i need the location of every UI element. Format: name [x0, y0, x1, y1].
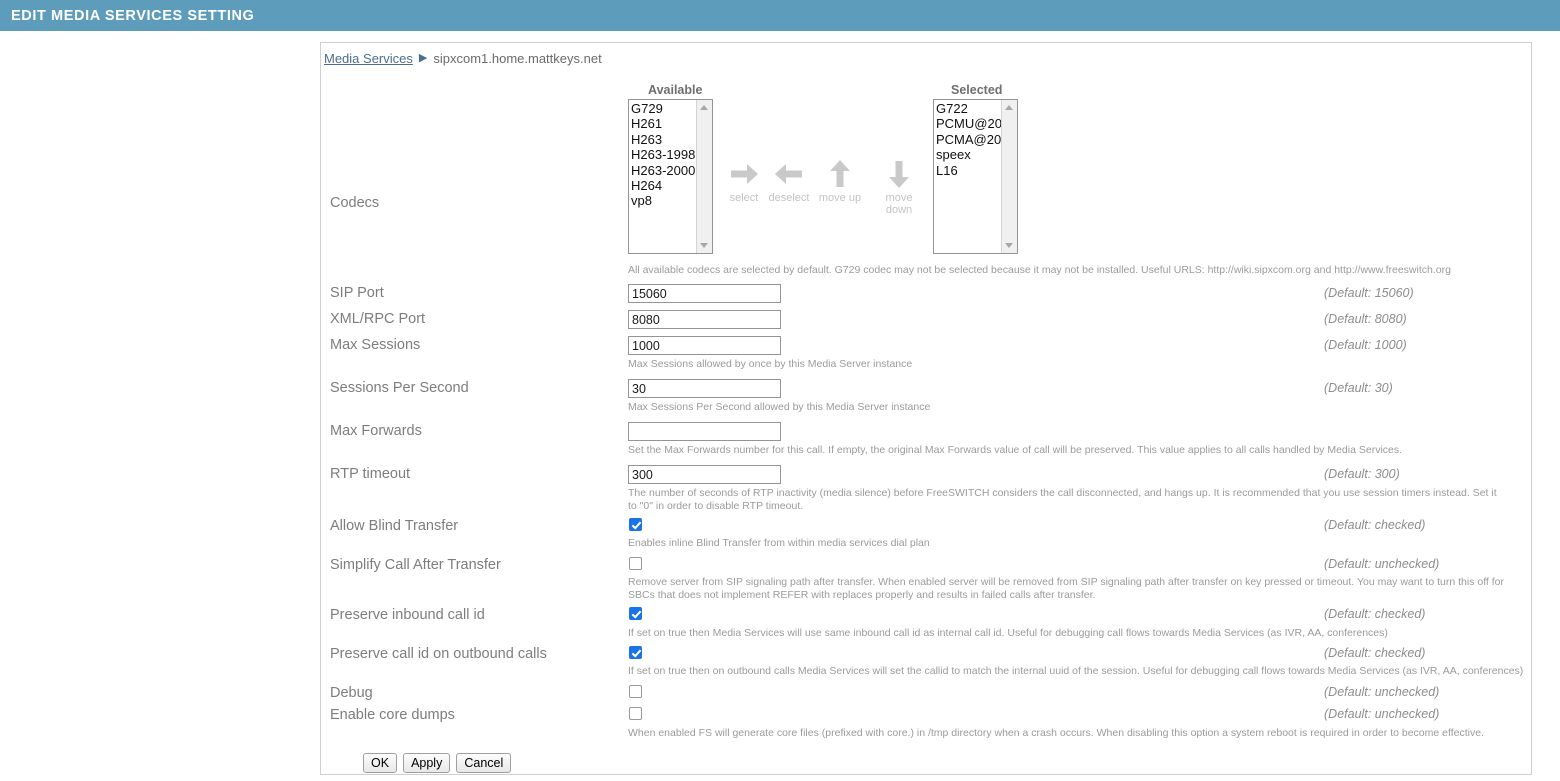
codecs-hint: All available codecs are selected by def… — [628, 264, 1451, 276]
sessions-per-second-default: (Default: 30) — [1324, 381, 1393, 395]
label-preserve-inbound-call-id: Preserve inbound call id — [330, 607, 485, 623]
move-down-button-label: move down — [885, 192, 913, 216]
xmlrpc-port-default: (Default: 8080) — [1324, 312, 1407, 326]
list-item[interactable]: H263-1998 — [631, 147, 696, 162]
move-up-button[interactable]: move up — [813, 157, 867, 204]
rtp-timeout-input[interactable] — [628, 465, 781, 484]
label-allow-blind-transfer: Allow Blind Transfer — [330, 518, 459, 534]
max-forwards-hint: Set the Max Forwards number for this cal… — [628, 444, 1403, 456]
arrow-right-icon — [731, 164, 758, 184]
debug-default: (Default: unchecked) — [1324, 685, 1440, 699]
scroll-down-arrow-icon[interactable] — [700, 243, 708, 248]
list-item[interactable]: G729 — [631, 101, 696, 116]
enable-core-dumps-default: (Default: unchecked) — [1324, 707, 1440, 721]
list-item[interactable]: vp8 — [631, 193, 696, 208]
available-codecs-items[interactable]: G729 H261 H263 H263-1998 H263-2000 H264 … — [629, 100, 696, 253]
list-item[interactable]: PCMA@20i — [936, 132, 1001, 147]
label-rtp-timeout: RTP timeout — [330, 466, 411, 482]
rtp-timeout-default: (Default: 300) — [1324, 467, 1400, 481]
window-title-bar: EDIT MEDIA SERVICES SETTING — [0, 0, 1560, 31]
preserve-call-id-outbound-default: (Default: checked) — [1324, 646, 1426, 660]
rtp-timeout-hint: The number of seconds of RTP inactivity … — [628, 487, 1497, 512]
label-enable-core-dumps: Enable core dumps — [330, 707, 455, 723]
selected-list-scrollbar[interactable] — [1001, 100, 1017, 253]
list-item[interactable]: H264 — [631, 178, 696, 193]
max-sessions-default: (Default: 1000) — [1324, 338, 1407, 352]
available-codecs-listbox[interactable]: G729 H261 H263 H263-1998 H263-2000 H264 … — [628, 99, 713, 254]
max-sessions-input[interactable] — [628, 336, 781, 355]
move-down-button[interactable]: move down — [872, 157, 926, 216]
preserve-inbound-call-id-checkbox[interactable] — [629, 607, 642, 620]
apply-button[interactable]: Apply — [403, 753, 451, 773]
list-item[interactable]: PCMU@20i — [936, 116, 1001, 131]
ok-button[interactable]: OK — [363, 753, 398, 773]
settings-form: Codecs Available Selected G729 H261 H263… — [321, 43, 1531, 774]
label-sip-port: SIP Port — [330, 285, 384, 301]
preserve-call-id-outbound-hint: If set on true then on outbound calls Me… — [628, 665, 1524, 677]
enable-core-dumps-checkbox[interactable] — [629, 707, 642, 720]
sessions-per-second-hint: Max Sessions Per Second allowed by this … — [628, 401, 931, 413]
page-title: EDIT MEDIA SERVICES SETTING — [11, 7, 255, 24]
scroll-up-arrow-icon[interactable] — [700, 105, 708, 110]
preserve-inbound-call-id-default: (Default: checked) — [1324, 607, 1426, 621]
selected-codecs-listbox[interactable]: G722 PCMU@20i PCMA@20i speex L16 — [933, 99, 1018, 254]
allow-blind-transfer-checkbox[interactable] — [629, 518, 642, 531]
arrow-up-icon — [830, 160, 850, 187]
label-xmlrpc-port: XML/RPC Port — [330, 311, 426, 327]
list-item[interactable]: speex — [936, 147, 1001, 162]
debug-checkbox[interactable] — [629, 685, 642, 698]
deselect-button-label: deselect — [768, 192, 810, 204]
list-item[interactable]: H263-2000 — [631, 163, 696, 178]
selected-list-header: Selected — [951, 83, 1003, 97]
cancel-button[interactable]: Cancel — [456, 753, 512, 773]
list-item[interactable]: L16 — [936, 163, 1001, 178]
allow-blind-transfer-hint: Enables inline Blind Transfer from withi… — [628, 537, 930, 549]
max-sessions-hint: Max Sessions allowed by once by this Med… — [628, 358, 913, 370]
simplify-call-after-transfer-hint: Remove server from SIP signaling path af… — [628, 576, 1505, 601]
simplify-call-after-transfer-default: (Default: unchecked) — [1324, 557, 1440, 571]
max-forwards-input[interactable] — [628, 422, 781, 441]
label-debug: Debug — [330, 685, 373, 701]
label-max-sessions: Max Sessions — [330, 337, 421, 353]
allow-blind-transfer-default: (Default: checked) — [1324, 518, 1426, 532]
preserve-inbound-call-id-hint: If set on true then Media Services will … — [628, 627, 1388, 639]
available-list-scrollbar[interactable] — [696, 100, 712, 253]
move-up-button-label: move up — [818, 192, 862, 204]
scroll-up-arrow-icon[interactable] — [1005, 105, 1013, 110]
available-list-header: Available — [648, 83, 703, 97]
arrow-left-icon — [775, 164, 802, 184]
list-item[interactable]: G722 — [936, 101, 1001, 116]
scroll-down-arrow-icon[interactable] — [1005, 243, 1013, 248]
enable-core-dumps-hint: When enabled FS will generate core files… — [628, 727, 1484, 739]
list-item[interactable]: H261 — [631, 116, 696, 131]
arrow-down-icon — [889, 161, 909, 188]
sip-port-input[interactable] — [628, 284, 781, 303]
simplify-call-after-transfer-checkbox[interactable] — [629, 557, 642, 570]
selected-codecs-items[interactable]: G722 PCMU@20i PCMA@20i speex L16 — [934, 100, 1001, 253]
sessions-per-second-input[interactable] — [628, 379, 781, 398]
xmlrpc-port-input[interactable] — [628, 310, 781, 329]
preserve-call-id-outbound-checkbox[interactable] — [629, 646, 642, 659]
settings-panel: Media Services ▶ sipxcom1.home.mattkeys.… — [320, 42, 1532, 775]
sip-port-default: (Default: 15060) — [1324, 286, 1414, 300]
label-codecs: Codecs — [330, 195, 380, 211]
label-preserve-call-id-outbound: Preserve call id on outbound calls — [330, 646, 547, 662]
deselect-button[interactable]: deselect — [762, 157, 816, 204]
label-sessions-per-second: Sessions Per Second — [330, 380, 469, 396]
label-max-forwards: Max Forwards — [330, 423, 422, 439]
label-simplify-call-after-transfer: Simplify Call After Transfer — [330, 557, 501, 573]
list-item[interactable]: H263 — [631, 132, 696, 147]
form-actions: OK Apply Cancel — [363, 753, 512, 773]
page-body: Media Services ▶ sipxcom1.home.mattkeys.… — [0, 31, 1560, 781]
